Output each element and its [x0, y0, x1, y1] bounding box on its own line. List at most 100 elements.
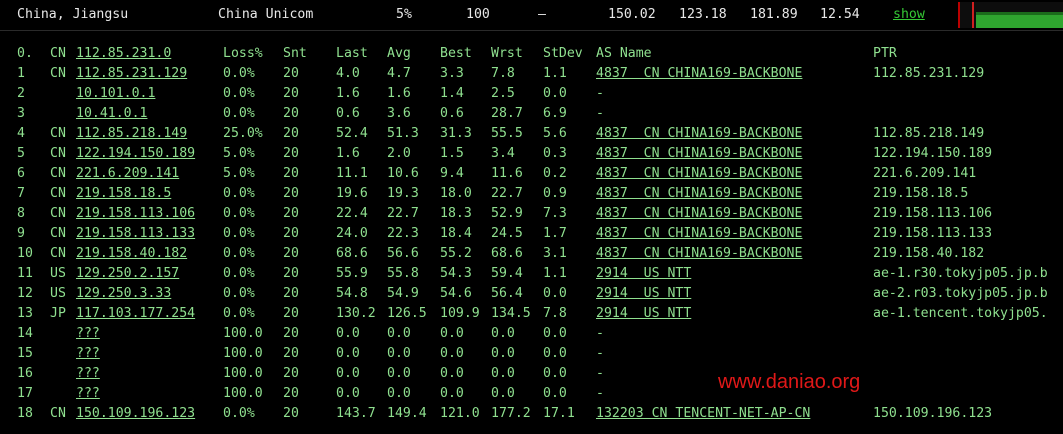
worst-latency: 22.7 [491, 186, 523, 201]
table-row: 13 JP 117.103.177.254 0.0% 20 130.2 126.5 109.9… [0, 306, 1063, 326]
hop-ip-link[interactable]: ??? [76, 366, 100, 381]
country-code: CN [50, 226, 66, 241]
hop-ip-link[interactable]: 129.250.3.33 [76, 286, 171, 301]
country-code: CN [50, 66, 66, 81]
hop-ip-link[interactable]: 112.85.231.129 [76, 66, 187, 81]
show-link[interactable]: show [893, 7, 925, 22]
ptr-hostname: 112.85.231.129 [873, 66, 985, 81]
best-latency: 0.0 [440, 386, 464, 401]
loss-percent: 0.0% [223, 286, 255, 301]
hop-ip-link[interactable]: ??? [76, 386, 100, 401]
ptr-hostname: 122.194.150.189 [873, 146, 993, 161]
table-row: 10 CN 219.158.40.182 0.0% 20 68.6 56.6 55.2 68.6… [0, 246, 1063, 266]
summary-sent: 100 [466, 7, 490, 22]
avg-latency: 0.0 [387, 386, 411, 401]
hop-ip-link[interactable]: 219.158.113.106 [76, 206, 195, 221]
sent-count: 20 [283, 306, 299, 321]
ptr-hostname: ae-2.r03.tokyjp05.jp.b [873, 286, 1048, 301]
hop-ip-link[interactable]: 219.158.113.133 [76, 226, 195, 241]
last-latency: 143.7 [336, 406, 376, 421]
sent-count: 20 [283, 326, 299, 341]
worst-latency: 56.4 [491, 286, 523, 301]
ptr-hostname: ae-1.tencent.tokyjp05. [873, 306, 1048, 321]
as-name-link: - [596, 326, 604, 341]
as-name-link[interactable]: 4837 CN CHINA169-BACKBONE [596, 246, 802, 261]
col-cc: CN [50, 46, 66, 61]
as-name-link[interactable]: 4837 CN CHINA169-BACKBONE [596, 206, 802, 221]
isp-label: China Unicom [218, 7, 314, 22]
country-code: US [50, 286, 66, 301]
column-header-row: 0. CN 112.85.231.0 Loss% Snt Last Avg Be… [0, 46, 1063, 66]
best-latency: 3.3 [440, 66, 464, 81]
last-latency: 1.6 [336, 146, 360, 161]
hop-ip-link[interactable]: 117.103.177.254 [76, 306, 195, 321]
col-loss: Loss% [223, 46, 263, 61]
country-code: CN [50, 166, 66, 181]
country-code: US [50, 266, 66, 281]
table-row: 14??? 100.0 20 0.0 0.0 0.0 0.0 0.0 - [0, 326, 1063, 346]
as-name-link[interactable]: 4837 CN CHINA169-BACKBONE [596, 186, 802, 201]
ptr-hostname: 219.158.18.5 [873, 186, 969, 201]
table-row: 16??? 100.0 20 0.0 0.0 0.0 0.0 0.0 - [0, 366, 1063, 386]
hop-ip-link[interactable]: 122.194.150.189 [76, 146, 195, 161]
as-name-link[interactable]: 4837 CN CHINA169-BACKBONE [596, 226, 802, 241]
stdev-value: 0.0 [543, 286, 567, 301]
country-code: CN [50, 406, 66, 421]
table-row: 15??? 100.0 20 0.0 0.0 0.0 0.0 0.0 - [0, 346, 1063, 366]
hop-number: 8 [17, 206, 25, 221]
as-name-link[interactable]: 2914 US NTT [596, 286, 691, 301]
avg-latency: 126.5 [387, 306, 427, 321]
last-latency: 11.1 [336, 166, 368, 181]
hop-number: 9 [17, 226, 25, 241]
hop-ip-link[interactable]: 219.158.40.182 [76, 246, 187, 261]
hop-ip-link[interactable]: 219.158.18.5 [76, 186, 171, 201]
avg-latency: 54.9 [387, 286, 419, 301]
loss-percent: 0.0% [223, 406, 255, 421]
as-name-link[interactable]: 2914 US NTT [596, 306, 691, 321]
stdev-value: 7.3 [543, 206, 567, 221]
hop-ip-link[interactable]: 150.109.196.123 [76, 406, 195, 421]
ptr-hostname: 219.158.40.182 [873, 246, 985, 261]
last-latency: 130.2 [336, 306, 376, 321]
watermark: www.daniao.org [718, 371, 861, 393]
table-row: 7 CN 219.158.18.5 0.0% 20 19.6 19.3 18.0 22.7 0.9… [0, 186, 1063, 206]
last-latency: 19.6 [336, 186, 368, 201]
avg-latency: 1.6 [387, 86, 411, 101]
last-latency: 68.6 [336, 246, 368, 261]
stdev-value: 1.1 [543, 66, 567, 81]
ptr-hostname: ae-1.r30.tokyjp05.jp.b [873, 266, 1048, 281]
sent-count: 20 [283, 406, 299, 421]
table-row: 2 10.101.0.1 0.0% 20 1.6 1.6 1.4 2.5 0.0 - [0, 86, 1063, 106]
hop-ip-link[interactable]: 112.85.218.149 [76, 126, 187, 141]
last-latency: 1.6 [336, 86, 360, 101]
avg-latency: 149.4 [387, 406, 427, 421]
hop-ip-link[interactable]: 221.6.209.141 [76, 166, 179, 181]
as-name-link[interactable]: 132203 CN TENCENT-NET-AP-CN [596, 406, 810, 421]
hop-ip-link[interactable]: 129.250.2.157 [76, 266, 179, 281]
as-name-link: - [596, 86, 604, 101]
ptr-hostname: 219.158.113.133 [873, 226, 993, 241]
loss-percent: 0.0% [223, 66, 255, 81]
col-ip[interactable]: 112.85.231.0 [76, 46, 171, 61]
ptr-hostname: 150.109.196.123 [873, 406, 993, 421]
worst-latency: 3.4 [491, 146, 515, 161]
avg-latency: 51.3 [387, 126, 419, 141]
table-row: 17??? 100.0 20 0.0 0.0 0.0 0.0 0.0 - [0, 386, 1063, 406]
hop-ip-link[interactable]: ??? [76, 326, 100, 341]
as-name-link[interactable]: 4837 CN CHINA169-BACKBONE [596, 146, 802, 161]
as-name-link[interactable]: 4837 CN CHINA169-BACKBONE [596, 66, 802, 81]
hop-number: 12 [17, 286, 33, 301]
table-row: 18 CN 150.109.196.123 0.0% 20 143.7 149.4 121.0… [0, 406, 1063, 426]
as-name-link[interactable]: 2914 US NTT [596, 266, 691, 281]
hop-ip-link[interactable]: 10.101.0.1 [76, 86, 155, 101]
avg-latency: 56.6 [387, 246, 419, 261]
avg-latency: 55.8 [387, 266, 419, 281]
as-name-link[interactable]: 4837 CN CHINA169-BACKBONE [596, 126, 802, 141]
as-name-link: - [596, 386, 604, 401]
as-name-link[interactable]: 4837 CN CHINA169-BACKBONE [596, 166, 802, 181]
hop-ip-link[interactable]: ??? [76, 346, 100, 361]
hop-ip-link[interactable]: 10.41.0.1 [76, 106, 147, 121]
sent-count: 20 [283, 346, 299, 361]
table-row: 5 CN 122.194.150.189 5.0% 20 1.6 2.0 1.5 3.4 0.3 4… [0, 146, 1063, 166]
country-code: CN [50, 246, 66, 261]
